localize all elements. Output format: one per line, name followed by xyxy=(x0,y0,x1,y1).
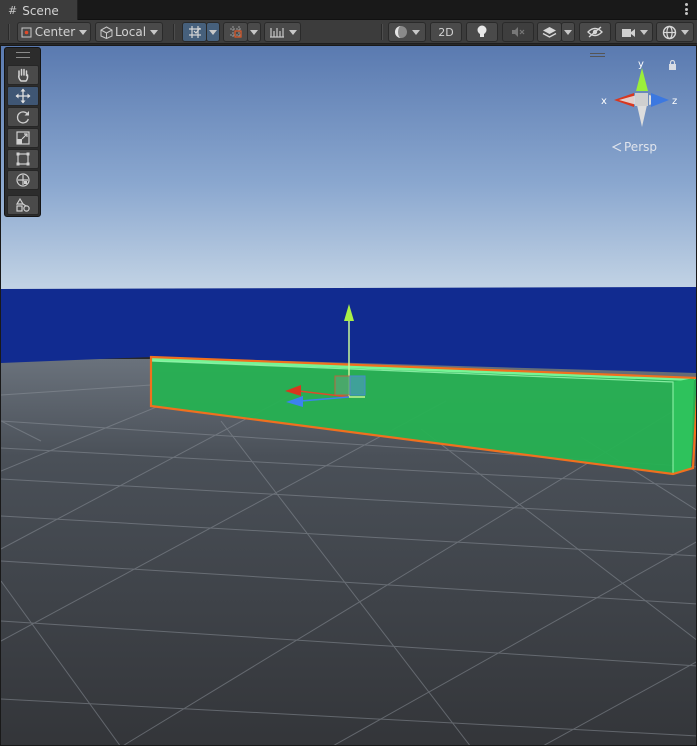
rotate-icon xyxy=(16,111,29,124)
hash-grid-icon: # xyxy=(8,4,18,17)
lighting-toggle[interactable] xyxy=(466,22,498,42)
chevron-down-icon xyxy=(209,29,217,35)
tools-overlay xyxy=(4,47,41,217)
custom-editor-tool-button[interactable] xyxy=(7,195,39,215)
effects-toggle[interactable] xyxy=(537,22,562,42)
move-arrows-icon xyxy=(15,88,31,104)
toggle-2d-label: 2D xyxy=(438,25,454,39)
lock-icon[interactable] xyxy=(668,59,677,73)
gizmos-dropdown[interactable] xyxy=(656,22,694,42)
projection-label: Persp xyxy=(624,140,657,154)
pivot-mode-label: Center xyxy=(34,25,76,39)
effects-dropdown[interactable] xyxy=(561,22,575,42)
transform-combo-icon xyxy=(16,173,30,187)
gizmo-x-label: x xyxy=(601,96,607,107)
pivot-mode-dropdown[interactable]: Center xyxy=(17,22,91,42)
scene-toolbar: Center Local 2D xyxy=(0,20,697,44)
increment-snap-dropdown[interactable] xyxy=(247,22,261,42)
toolbar-grip xyxy=(8,24,10,40)
scene-render: y x z xyxy=(1,46,696,745)
gizmo-drag-handle[interactable] xyxy=(590,53,605,57)
shaded-sphere-icon xyxy=(395,26,407,38)
gizmo-y-label: y xyxy=(638,59,644,70)
xy-plane-handle[interactable] xyxy=(334,375,351,396)
draw-mode-dropdown[interactable] xyxy=(388,22,426,42)
move-tool-button[interactable] xyxy=(7,86,39,106)
hidden-eye-icon xyxy=(587,26,603,38)
tab-bar: # Scene xyxy=(0,0,697,21)
increment-snap-toggle[interactable] xyxy=(223,22,248,42)
rotate-tool-button[interactable] xyxy=(7,107,39,127)
audio-muted-icon xyxy=(512,27,525,37)
scene-viewport[interactable]: y x z xyxy=(0,45,697,746)
gizmo-globe-icon xyxy=(662,25,676,39)
hand-tool-button[interactable] xyxy=(7,65,39,85)
chevron-down-icon xyxy=(564,29,572,35)
toolbar-separator xyxy=(381,24,383,40)
tab-scene[interactable]: # Scene xyxy=(0,0,78,21)
gizmo-center-cube[interactable] xyxy=(635,93,648,106)
more-options-icon[interactable] xyxy=(683,2,689,16)
ruler-snap-dropdown[interactable] xyxy=(264,22,301,42)
transform-tool-button[interactable] xyxy=(7,170,39,190)
toolbar-separator xyxy=(173,24,175,40)
editor-tool-shapes-icon xyxy=(15,197,30,212)
pivot-space-dropdown[interactable]: Local xyxy=(95,22,163,42)
tab-scene-label: Scene xyxy=(22,3,59,18)
pivot-center-icon xyxy=(21,27,32,38)
grid-snap-toggle[interactable] xyxy=(182,22,207,42)
light-bulb-icon xyxy=(477,25,487,37)
projection-toggle[interactable]: Persp xyxy=(612,140,657,154)
scene-camera-dropdown[interactable] xyxy=(615,22,653,42)
hand-icon xyxy=(18,68,29,82)
toggle-2d-button[interactable]: 2D xyxy=(430,22,462,42)
skybox xyxy=(1,46,696,296)
rect-tool-button[interactable] xyxy=(7,149,39,169)
grid-snap-dropdown[interactable] xyxy=(206,22,220,42)
audio-toggle[interactable] xyxy=(502,22,534,42)
effects-layers-icon xyxy=(542,26,557,38)
grid-snap-icon xyxy=(188,26,201,38)
camera-icon xyxy=(621,28,635,37)
gizmo-z-label: z xyxy=(672,96,677,107)
ruler-icon xyxy=(269,28,284,38)
chevron-down-icon xyxy=(250,29,258,35)
scene-visibility-toggle[interactable] xyxy=(579,22,611,42)
perspective-icon xyxy=(612,142,622,152)
tools-drag-handle[interactable] xyxy=(16,52,30,58)
scale-icon xyxy=(16,131,30,145)
scale-tool-button[interactable] xyxy=(7,128,39,148)
increment-snap-icon xyxy=(229,26,242,38)
rect-transform-icon xyxy=(16,152,30,166)
local-cube-icon xyxy=(100,25,113,39)
pivot-space-label: Local xyxy=(114,25,147,39)
yz-plane-handle[interactable] xyxy=(349,375,366,396)
